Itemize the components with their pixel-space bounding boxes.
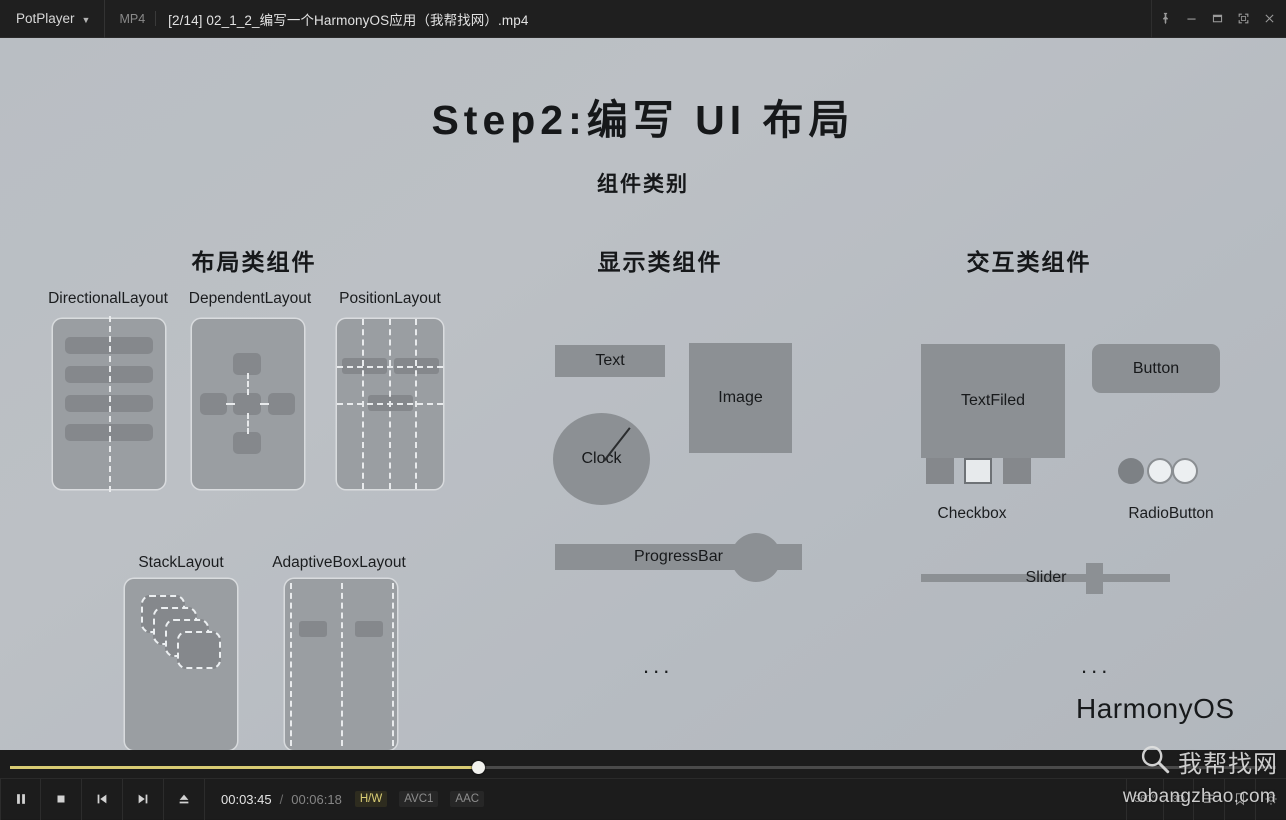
pin-icon[interactable] bbox=[1152, 0, 1178, 38]
clock-label: Clock bbox=[581, 450, 622, 467]
progressbar-widget-label: ProgressBar bbox=[634, 548, 723, 565]
guide-line-vertical bbox=[109, 316, 111, 492]
guide-line-horizontal bbox=[337, 403, 443, 405]
eject-button[interactable] bbox=[164, 778, 205, 820]
checkbox-checked[interactable] bbox=[964, 458, 992, 484]
total-time: 00:06:18 bbox=[291, 791, 342, 807]
vr360-button[interactable]: 360° bbox=[1125, 778, 1164, 820]
guide-line-vertical bbox=[247, 413, 249, 434]
label-adaptive-box-layout: AdaptiveBoxLayout bbox=[272, 554, 406, 571]
column-heading-interactive: 交互类组件 bbox=[966, 249, 1092, 275]
button-widget[interactable]: Button bbox=[1092, 344, 1220, 393]
fullscreen-icon[interactable] bbox=[1230, 0, 1256, 38]
clock-widget: Clock bbox=[553, 413, 650, 505]
checkbox-unchecked[interactable] bbox=[926, 458, 954, 484]
settings-button[interactable] bbox=[1255, 778, 1286, 820]
label-checkbox: Checkbox bbox=[937, 505, 1007, 522]
label-position-layout: PositionLayout bbox=[339, 290, 441, 307]
transport-controls: 00:03:45 / 00:06:18 H/W AVC1 AAC 360° 3D bbox=[0, 778, 1286, 820]
player-controls: 00:03:45 / 00:06:18 H/W AVC1 AAC 360° 3D bbox=[0, 750, 1286, 820]
label-radiobutton: RadioButton bbox=[1128, 505, 1214, 522]
textfield-widget[interactable]: TextFiled bbox=[921, 344, 1065, 458]
app-menu-button[interactable]: PotPlayer ▼ bbox=[0, 0, 106, 38]
file-title: [2/14] 02_1_2_编写一个HarmonyOS应用（我帮找网）.mp4 bbox=[168, 12, 529, 28]
current-time: 00:03:45 bbox=[221, 791, 272, 807]
stack-card bbox=[177, 631, 221, 669]
ellipsis-interactive: ... bbox=[1081, 653, 1112, 678]
pause-button[interactable] bbox=[0, 778, 41, 820]
image-widget: Image bbox=[689, 343, 792, 453]
minimize-icon[interactable] bbox=[1178, 0, 1204, 38]
guide-line-vertical bbox=[392, 583, 394, 746]
3d-button[interactable]: 3D bbox=[1163, 778, 1193, 820]
radio-unselected[interactable] bbox=[1147, 458, 1173, 484]
seek-bar-fill bbox=[10, 766, 479, 769]
3d-label: 3D bbox=[1172, 793, 1185, 805]
guide-line-horizontal bbox=[337, 366, 443, 368]
layout-bar bbox=[355, 621, 383, 637]
ellipsis-display: ... bbox=[643, 653, 674, 678]
guide-line-vertical bbox=[290, 583, 292, 746]
text-widget: Text bbox=[555, 345, 665, 377]
window-controls bbox=[1151, 0, 1286, 38]
layout-node bbox=[233, 393, 261, 415]
video-slide-area[interactable]: Step2:编写 UI 布局 组件类别 布局类组件 显示类组件 交互类组件 Di… bbox=[0, 38, 1286, 750]
time-separator: / bbox=[279, 791, 284, 807]
bookmark-button[interactable] bbox=[1224, 778, 1255, 820]
titlebar: PotPlayer ▼ MP4 [2/14] 02_1_2_编写一个Harmon… bbox=[0, 0, 1286, 38]
column-heading-display: 显示类组件 bbox=[597, 249, 723, 275]
playlist-button[interactable] bbox=[1193, 778, 1224, 820]
layout-node bbox=[200, 393, 227, 415]
seek-bar-handle[interactable] bbox=[472, 761, 486, 774]
label-slider: Slider bbox=[1025, 569, 1067, 586]
guide-line-vertical bbox=[341, 583, 343, 746]
layout-node bbox=[233, 432, 261, 454]
slide-subtitle: 组件类别 bbox=[597, 173, 689, 196]
seek-bar[interactable] bbox=[0, 756, 1286, 778]
stop-button[interactable] bbox=[41, 778, 82, 820]
radio-unselected[interactable] bbox=[1172, 458, 1198, 484]
hw-acceleration-badge[interactable]: H/W bbox=[354, 791, 388, 807]
maximize-icon[interactable] bbox=[1204, 0, 1230, 38]
vr360-label: 360° bbox=[1134, 793, 1156, 805]
checkbox-unchecked[interactable] bbox=[1003, 458, 1031, 484]
stack-layout-card bbox=[125, 579, 237, 750]
dependent-layout-card bbox=[192, 319, 304, 489]
slide-title: Step2:编写 UI 布局 bbox=[431, 97, 855, 143]
audio-codec-badge[interactable]: AAC bbox=[450, 791, 485, 807]
guide-line-horizontal bbox=[260, 403, 269, 405]
layout-bar bbox=[299, 621, 327, 637]
file-format-label: MP4 bbox=[119, 11, 146, 26]
layout-node bbox=[233, 353, 261, 375]
next-button[interactable] bbox=[123, 778, 164, 820]
layout-node bbox=[268, 393, 295, 415]
previous-button[interactable] bbox=[82, 778, 123, 820]
chevron-down-icon: ▼ bbox=[81, 14, 91, 25]
column-heading-layout: 布局类组件 bbox=[191, 249, 317, 275]
guide-line-vertical bbox=[247, 373, 249, 395]
radio-selected[interactable] bbox=[1118, 458, 1144, 484]
time-display: 00:03:45 / 00:06:18 H/W AVC1 AAC bbox=[205, 791, 485, 807]
app-name: PotPlayer bbox=[16, 11, 75, 26]
harmonyos-brand: HarmonyOS bbox=[1076, 693, 1235, 724]
guide-line-horizontal bbox=[226, 403, 235, 405]
close-icon[interactable] bbox=[1256, 0, 1282, 38]
video-codec-badge[interactable]: AVC1 bbox=[399, 791, 439, 807]
